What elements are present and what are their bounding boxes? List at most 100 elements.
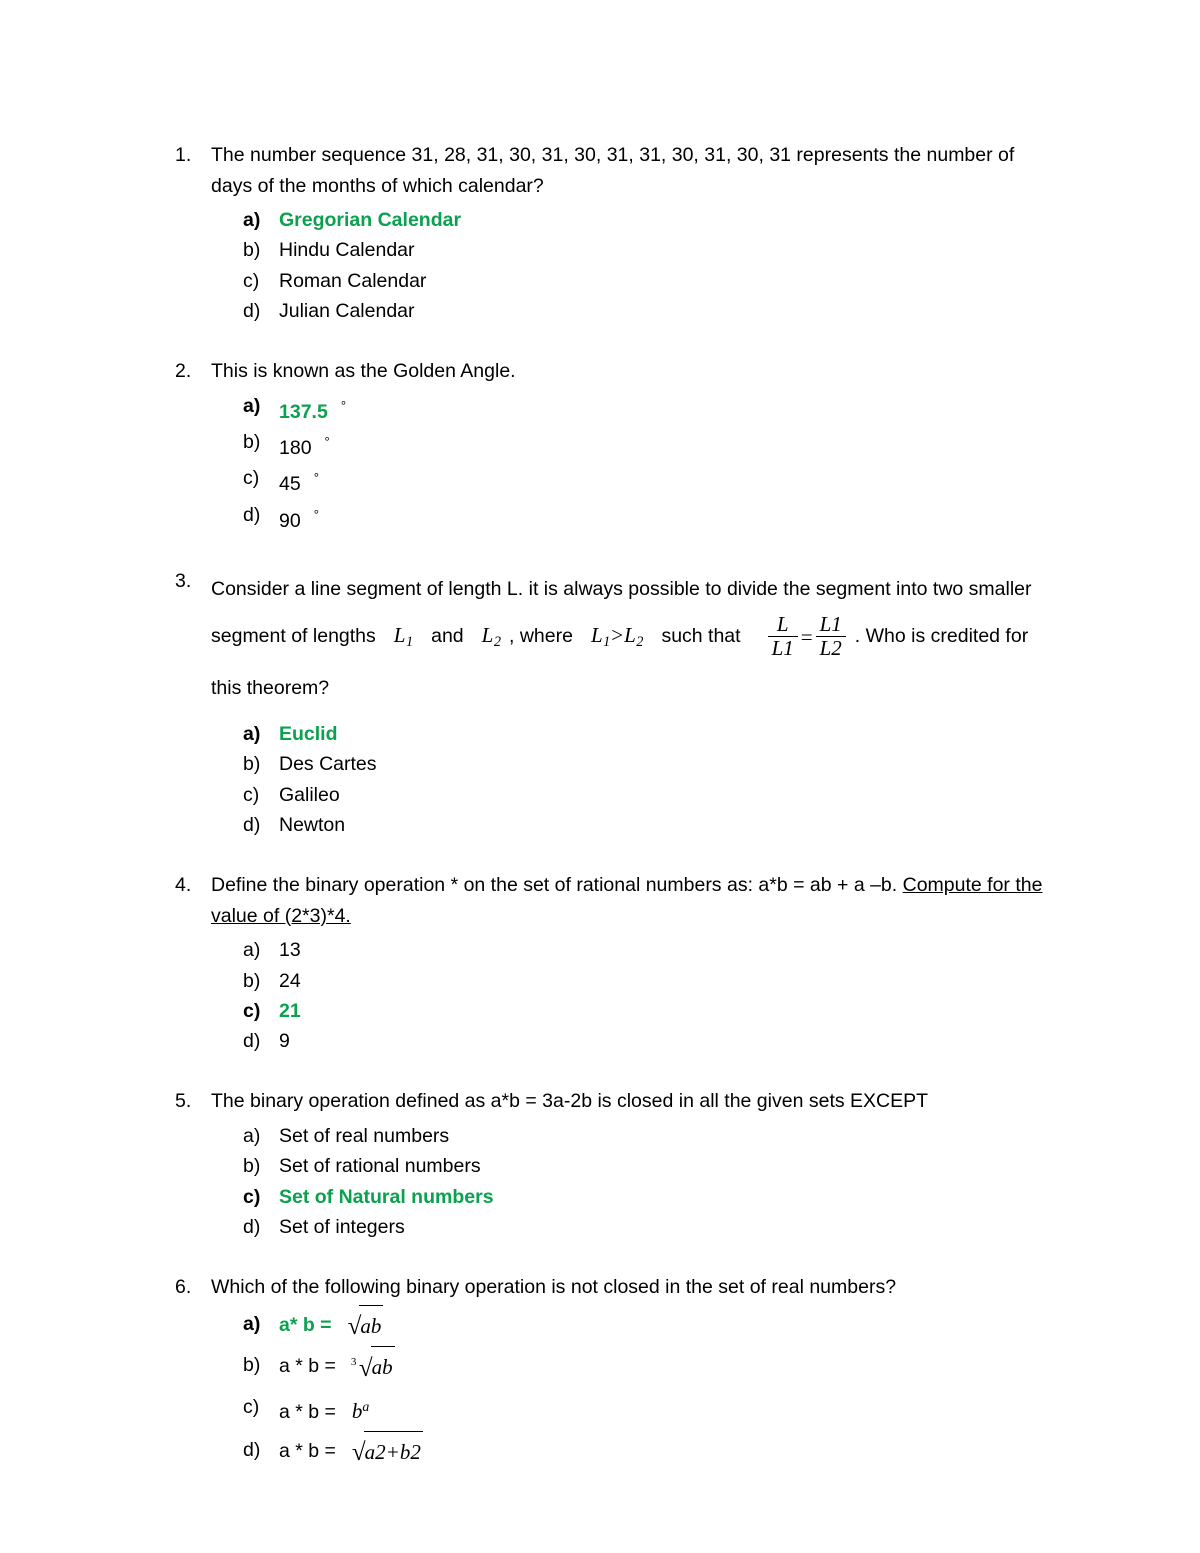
question-item-6: 6. Which of the following binary operati… — [175, 1272, 1050, 1472]
option-text: 21 — [279, 999, 301, 1022]
document-page: 1. The number sequence 31, 28, 31, 30, 3… — [0, 0, 1200, 1553]
option-text: 180 — [279, 437, 312, 460]
option-text: Hindu Calendar — [279, 239, 415, 262]
cube-root-expression: 3 √ab — [351, 1346, 395, 1388]
option-letter: b) — [243, 431, 261, 454]
option-letter: a) — [243, 939, 261, 962]
option-c[interactable]: c) a * b = ba — [211, 1388, 1050, 1431]
option-text: Roman Calendar — [279, 269, 427, 292]
math-L1: L1 — [393, 623, 414, 651]
question-item-3: 3. Consider a line segment of length L. … — [175, 566, 1050, 840]
option-list: a) Euclid b) Des Cartes c) Galileo d) Ne… — [211, 719, 1050, 840]
option-letter: b) — [243, 1354, 261, 1377]
option-d[interactable]: d) Julian Calendar — [211, 296, 1050, 326]
option-a[interactable]: a) a* b = √ab — [211, 1304, 1050, 1347]
option-text: 9 — [279, 1030, 290, 1053]
square-root-expression: √ab — [348, 1304, 384, 1347]
option-list: a) 137.5 ° b) 180 ° c) 45 ° d) 90 ° — [211, 391, 1050, 536]
option-letter: c) — [243, 1395, 260, 1418]
option-d[interactable]: d) 9 — [211, 1026, 1050, 1056]
option-c[interactable]: c) 21 — [211, 996, 1050, 1026]
option-d[interactable]: d) a * b = √a2+b2 — [211, 1430, 1050, 1473]
option-lhs: a * b = — [279, 1400, 336, 1423]
option-text: Set of real numbers — [279, 1124, 450, 1147]
question-number: 4. — [175, 874, 192, 897]
option-d[interactable]: d) Newton — [211, 810, 1050, 840]
option-lhs: a * b = — [279, 1355, 336, 1378]
option-b[interactable]: b) Des Cartes — [211, 749, 1050, 779]
option-text: Des Cartes — [279, 753, 377, 776]
option-b[interactable]: b) 24 — [211, 966, 1050, 996]
option-d[interactable]: d) Set of integers — [211, 1212, 1050, 1242]
math-L2: L2 — [481, 623, 501, 651]
option-b[interactable]: b) Set of rational numbers — [211, 1151, 1050, 1181]
option-b[interactable]: b) a * b = 3 √ab — [211, 1346, 1050, 1388]
option-text: Set of Natural numbers — [279, 1185, 494, 1208]
question-item-1: 1. The number sequence 31, 28, 31, 30, 3… — [175, 140, 1050, 326]
degree-symbol: ° — [340, 397, 347, 413]
question-item-2: 2. This is known as the Golden Angle. a)… — [175, 356, 1050, 536]
option-letter: a) — [243, 209, 261, 231]
option-text: Galileo — [279, 783, 340, 806]
option-text: Set of integers — [279, 1215, 405, 1238]
option-a[interactable]: a) Gregorian Calendar — [211, 205, 1050, 235]
option-letter: b) — [243, 239, 261, 262]
option-list: a) Gregorian Calendar b) Hindu Calendar … — [211, 205, 1050, 326]
degree-symbol: ° — [324, 434, 330, 450]
option-list: a) 13 b) 24 c) 21 d) 9 — [211, 935, 1050, 1056]
question-text: Consider a line segment of length L. it … — [211, 566, 1050, 711]
option-a[interactable]: a) 13 — [211, 935, 1050, 965]
option-a[interactable]: a) Set of real numbers — [211, 1121, 1050, 1151]
math-fraction-left: L L1 — [767, 612, 798, 661]
option-text: 90 — [279, 509, 301, 532]
question-item-4: 4. Define the binary operation * on the … — [175, 870, 1050, 1056]
option-letter: a) — [243, 723, 261, 746]
question-text: Which of the following binary operation … — [211, 1276, 897, 1299]
option-b[interactable]: b) Hindu Calendar — [211, 235, 1050, 265]
option-letter: c) — [243, 999, 261, 1022]
option-c[interactable]: c) Galileo — [211, 780, 1050, 810]
option-letter: d) — [243, 1438, 261, 1461]
question-text-part3: , where — [508, 625, 573, 648]
option-c[interactable]: c) Set of Natural numbers — [211, 1182, 1050, 1212]
option-text: Euclid — [279, 723, 338, 746]
option-lhs: a* b = — [279, 1313, 332, 1336]
question-number: 5. — [175, 1090, 192, 1113]
question-text-part4: such that — [661, 625, 741, 648]
option-text: 13 — [279, 939, 301, 962]
option-text: 24 — [279, 969, 301, 992]
square-root-sum-expression: √a2+b2 — [352, 1430, 423, 1473]
option-letter: a) — [243, 1312, 261, 1335]
question-text: This is known as the Golden Angle. — [211, 360, 516, 383]
option-letter: c) — [243, 467, 260, 490]
option-d[interactable]: d) 90 ° — [211, 500, 1050, 536]
question-number: 2. — [175, 360, 192, 383]
option-letter: d) — [243, 1215, 261, 1238]
math-inequality: L1>L2 — [590, 623, 644, 651]
option-lhs: a * b = — [279, 1439, 336, 1462]
question-text-part2: and — [431, 625, 464, 648]
option-b[interactable]: b) 180 ° — [211, 427, 1050, 463]
option-c[interactable]: c) Roman Calendar — [211, 266, 1050, 296]
option-a[interactable]: a) 137.5 ° — [211, 391, 1050, 427]
math-fraction-right: L1 L2 — [815, 612, 846, 661]
option-letter: b) — [243, 969, 261, 992]
question-number: 6. — [175, 1276, 192, 1299]
option-text: Gregorian Calendar — [279, 209, 462, 231]
degree-symbol: ° — [313, 470, 319, 486]
option-letter: b) — [243, 753, 261, 776]
option-letter: d) — [243, 503, 261, 526]
math-equals: = — [800, 624, 813, 649]
option-letter: d) — [243, 813, 261, 836]
option-letter: c) — [243, 783, 260, 806]
question-number: 3. — [175, 570, 192, 593]
option-letter: c) — [243, 1185, 261, 1208]
option-letter: d) — [243, 1030, 261, 1053]
option-list: a) a* b = √ab b) a * b = 3 √ab c) a * b = ba… — [211, 1304, 1050, 1473]
question-item-5: 5. The binary operation defined as a*b =… — [175, 1086, 1050, 1242]
option-a[interactable]: a) Euclid — [211, 719, 1050, 749]
option-letter: c) — [243, 269, 260, 292]
option-c[interactable]: c) 45 ° — [211, 463, 1050, 499]
option-text: Julian Calendar — [279, 299, 415, 322]
option-letter: a) — [243, 394, 261, 417]
